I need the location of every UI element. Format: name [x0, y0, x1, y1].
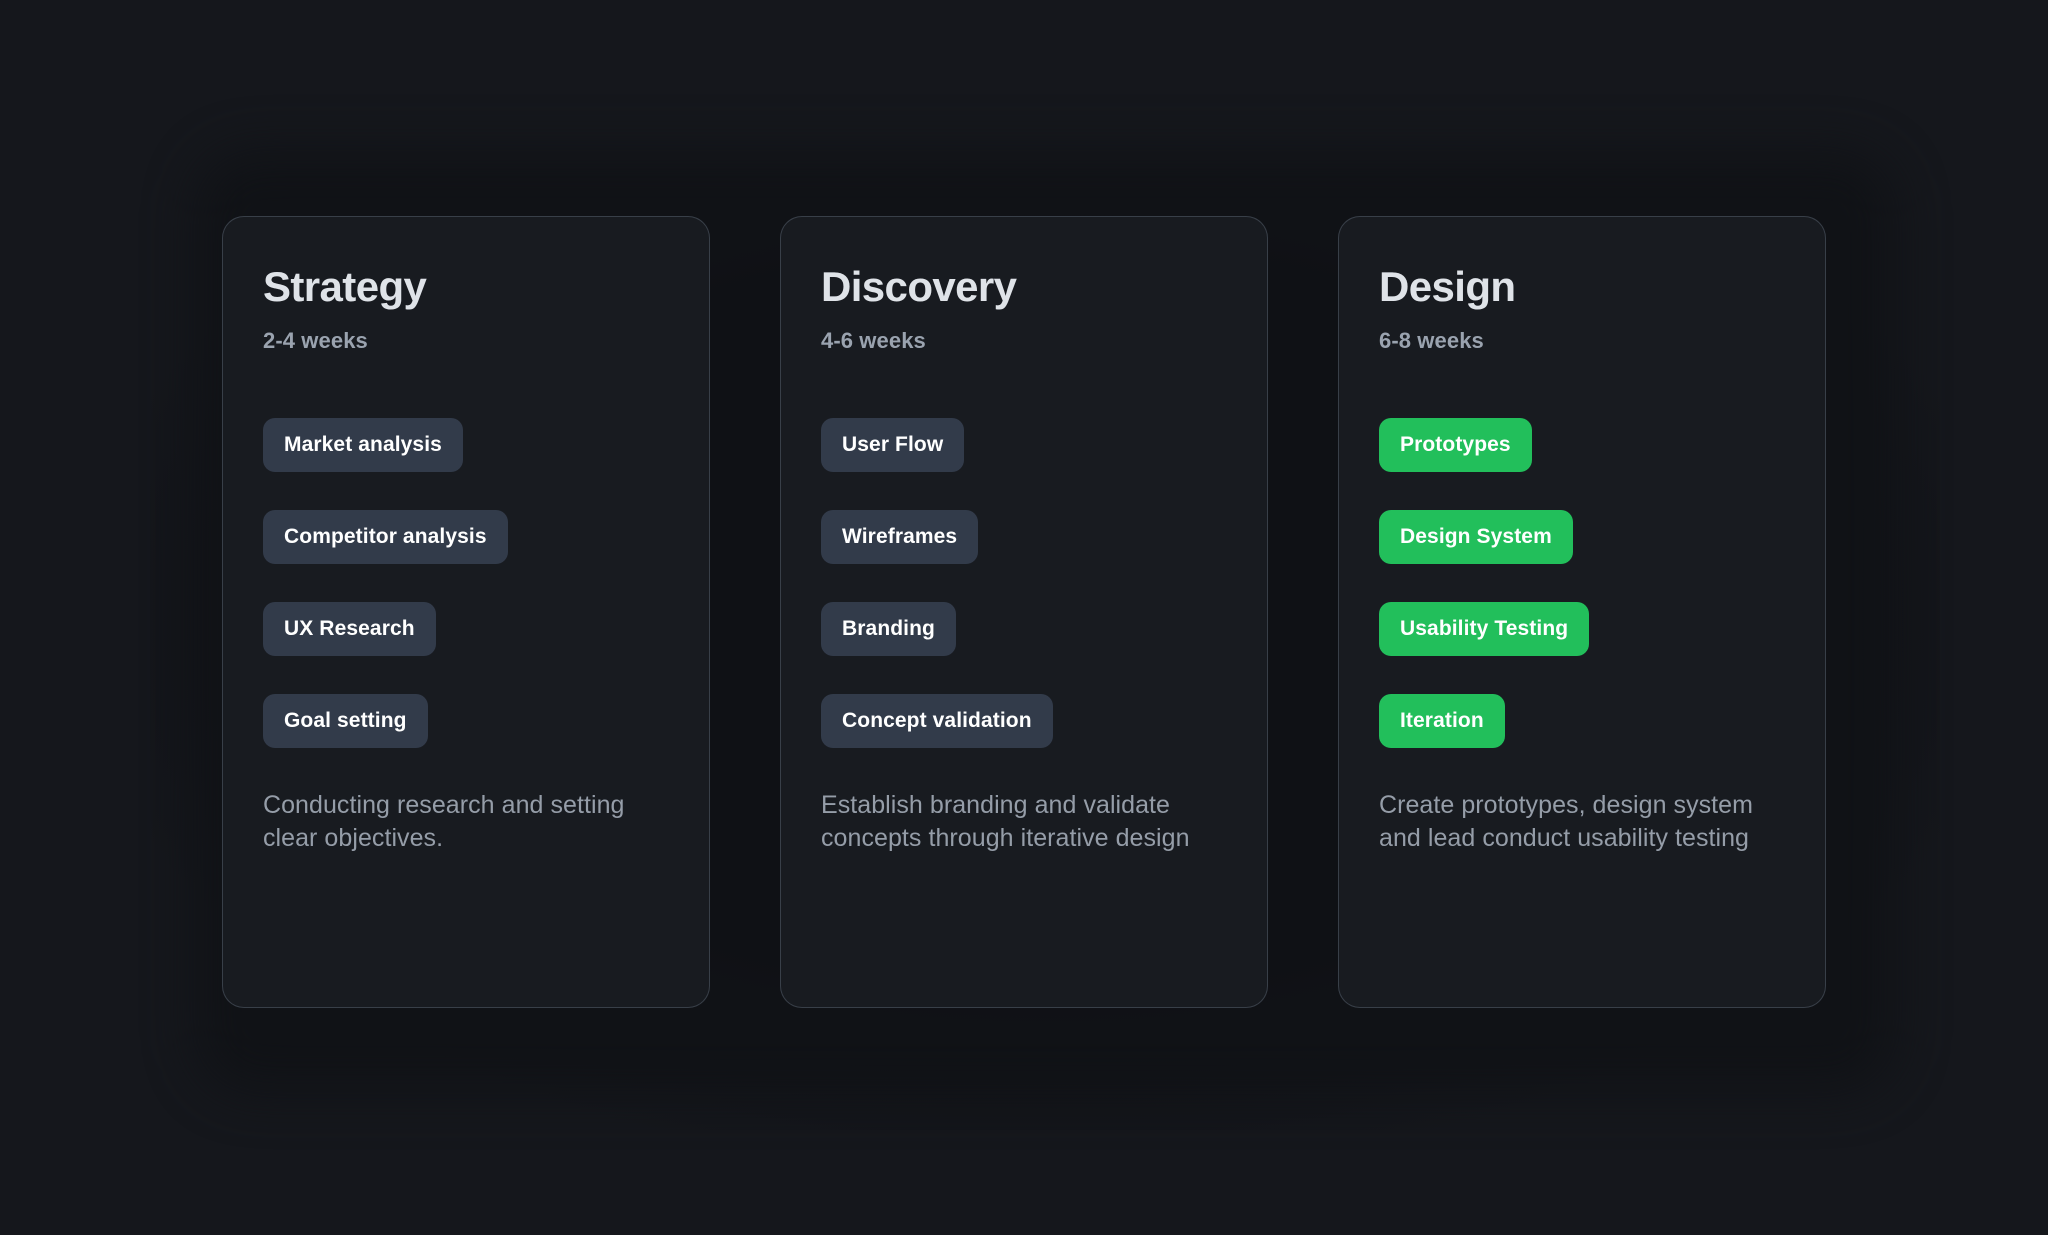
- tag-chip[interactable]: Usability Testing: [1379, 602, 1590, 657]
- card-description: Conducting research and setting clear ob…: [263, 791, 625, 852]
- card-title: Design: [1379, 263, 1516, 310]
- tag-chip[interactable]: UX Research: [263, 602, 436, 657]
- card-duration: 4-6 weeks: [821, 328, 926, 354]
- tag-chip[interactable]: Wireframes: [821, 510, 979, 565]
- tag-chip[interactable]: Branding: [821, 602, 956, 657]
- phase-card-row: Strategy 2-4 weeks Market analysis Compe…: [222, 216, 1826, 1008]
- phase-card-discovery[interactable]: Discovery 4-6 weeks User Flow Wireframes…: [780, 216, 1268, 1008]
- card-description: Establish branding and validate concepts…: [821, 791, 1190, 852]
- tag-chip[interactable]: Iteration: [1379, 694, 1505, 749]
- page-root: Strategy 2-4 weeks Market analysis Compe…: [0, 0, 2048, 1235]
- card-description: Create prototypes, design system and lea…: [1379, 791, 1753, 852]
- phase-card-design[interactable]: Design 6-8 weeks Prototypes Design Syste…: [1338, 216, 1826, 1008]
- tag-chip[interactable]: User Flow: [821, 418, 965, 473]
- tag-chip[interactable]: Goal setting: [263, 694, 428, 749]
- tag-list: Prototypes Design System Usability Testi…: [1379, 418, 1785, 749]
- card-title: Strategy: [263, 263, 427, 310]
- tag-chip[interactable]: Competitor analysis: [263, 510, 508, 565]
- tag-chip[interactable]: Market analysis: [263, 418, 463, 473]
- card-duration: 6-8 weeks: [1379, 328, 1484, 354]
- tag-chip[interactable]: Design System: [1379, 510, 1573, 565]
- tag-chip[interactable]: Prototypes: [1379, 418, 1532, 473]
- phase-card-strategy[interactable]: Strategy 2-4 weeks Market analysis Compe…: [222, 216, 710, 1008]
- card-duration: 2-4 weeks: [263, 328, 368, 354]
- card-title: Discovery: [821, 263, 1017, 310]
- tag-list: User Flow Wireframes Branding Concept va…: [821, 418, 1227, 749]
- tag-list: Market analysis Competitor analysis UX R…: [263, 418, 669, 749]
- tag-chip[interactable]: Concept validation: [821, 694, 1053, 749]
